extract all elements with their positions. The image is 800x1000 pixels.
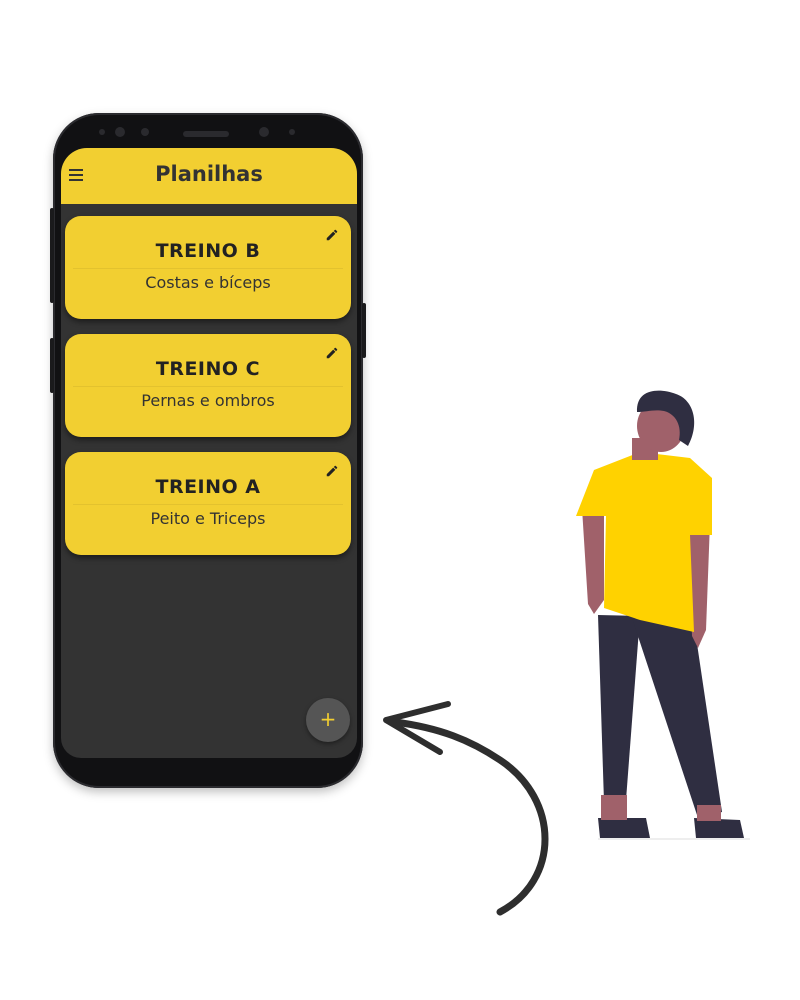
person-illustration bbox=[576, 390, 744, 838]
illustration bbox=[383, 390, 750, 916]
curved-arrow-icon bbox=[383, 701, 549, 916]
